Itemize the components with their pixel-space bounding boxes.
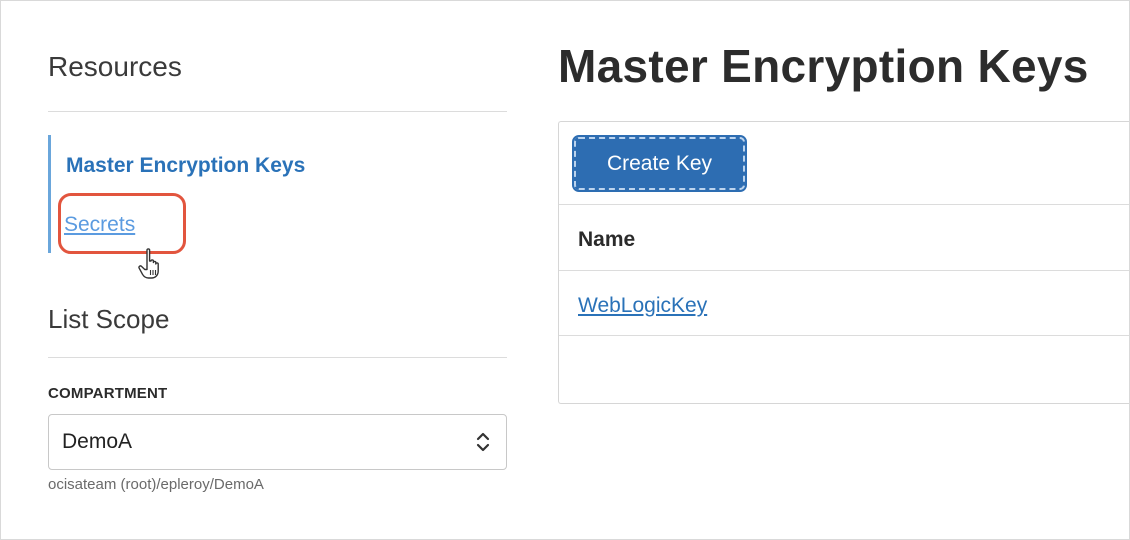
scope-divider (48, 357, 507, 358)
compartment-path: ocisateam (root)/epleroy/DemoA (48, 476, 264, 493)
table-row-key-link[interactable]: WebLogicKey (578, 294, 707, 318)
toolbar-divider (559, 204, 1129, 205)
header-divider (559, 270, 1129, 271)
compartment-select-value: DemoA (62, 430, 133, 453)
list-scope-title: List Scope (48, 304, 170, 334)
hand-pointer-icon (138, 248, 159, 279)
nav-item-master-encryption-keys[interactable]: Master Encryption Keys (66, 154, 305, 178)
keys-panel: Create Key Name WebLogicKey (558, 121, 1129, 404)
page-title: Master Encryption Keys (558, 40, 1089, 92)
resources-nav: Master Encryption Keys Secrets (48, 135, 348, 279)
nav-item-secrets[interactable]: Secrets (64, 213, 135, 237)
chevron-up-down-icon (476, 432, 490, 452)
resources-title: Resources (48, 51, 182, 82)
app-frame: Resources Master Encryption Keys Secrets… (0, 0, 1130, 540)
column-header-name[interactable]: Name (578, 228, 635, 252)
create-key-button[interactable]: Create Key (572, 135, 747, 192)
compartment-label: COMPARTMENT (48, 385, 168, 402)
resources-divider (48, 111, 507, 112)
compartment-select[interactable]: DemoA (48, 414, 507, 470)
row-divider (559, 335, 1129, 336)
